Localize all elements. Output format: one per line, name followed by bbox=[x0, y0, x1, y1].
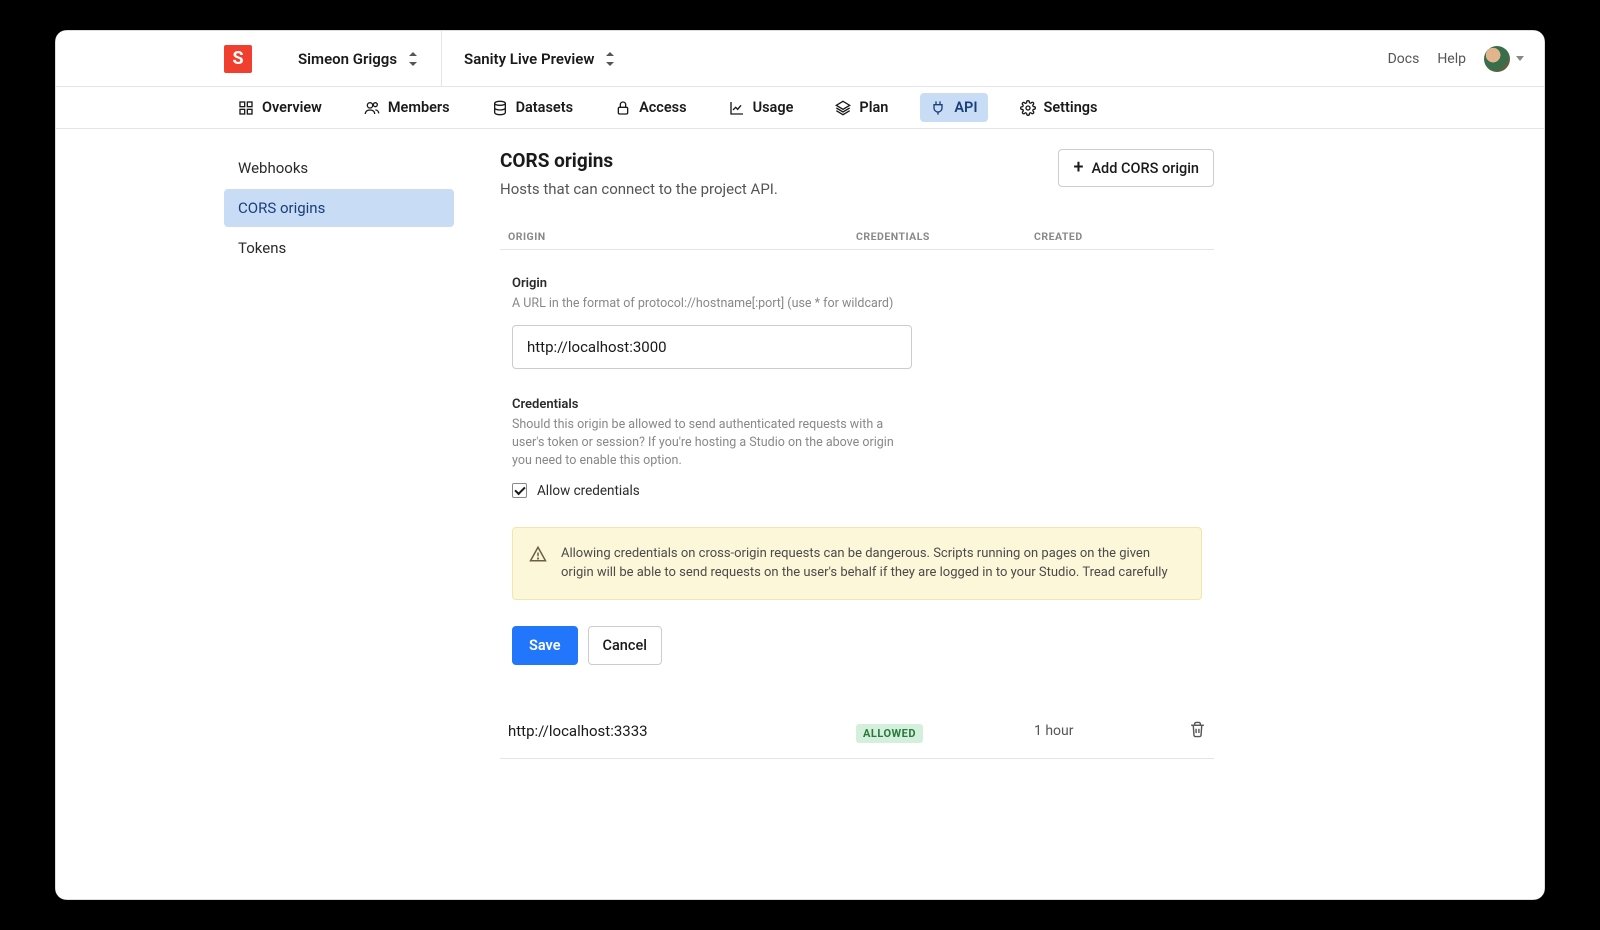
plug-icon bbox=[930, 100, 946, 116]
column-header-origin: ORIGIN bbox=[508, 230, 856, 243]
column-header-created: CREATED bbox=[1034, 230, 1206, 243]
sidebar-item-webhooks[interactable]: Webhooks bbox=[224, 149, 454, 187]
org-switcher[interactable]: Simeon Griggs bbox=[276, 31, 441, 86]
grid-icon bbox=[238, 100, 254, 116]
origin-input[interactable] bbox=[512, 325, 912, 369]
created-value: 1 hour bbox=[1034, 723, 1189, 739]
tab-datasets[interactable]: Datasets bbox=[482, 93, 583, 122]
sanity-logo: S bbox=[224, 45, 252, 73]
delete-origin-button[interactable] bbox=[1189, 721, 1206, 742]
allow-credentials-checkbox[interactable]: Allow credentials bbox=[512, 483, 1202, 499]
chevron-updown-icon bbox=[407, 52, 419, 66]
sidebar-item-tokens[interactable]: Tokens bbox=[224, 229, 454, 267]
lock-icon bbox=[615, 100, 631, 116]
warning-icon bbox=[529, 545, 547, 563]
tab-members[interactable]: Members bbox=[354, 93, 460, 122]
checkbox-icon bbox=[512, 483, 527, 498]
tab-plan[interactable]: Plan bbox=[825, 93, 898, 122]
credentials-badge: ALLOWED bbox=[856, 724, 923, 743]
origin-field-label: Origin bbox=[512, 276, 1202, 291]
column-header-credentials: CREDENTIALS bbox=[856, 230, 1034, 243]
add-cors-origin-button[interactable]: + Add CORS origin bbox=[1058, 149, 1214, 187]
page-description: Hosts that can connect to the project AP… bbox=[500, 180, 778, 198]
avatar[interactable] bbox=[1484, 46, 1510, 72]
save-button[interactable]: Save bbox=[512, 626, 578, 665]
sidebar-item-cors[interactable]: CORS origins bbox=[224, 189, 454, 227]
project-switcher[interactable]: Sanity Live Preview bbox=[441, 31, 638, 86]
cancel-button[interactable]: Cancel bbox=[588, 626, 662, 665]
users-icon bbox=[364, 100, 380, 116]
tab-settings[interactable]: Settings bbox=[1010, 93, 1108, 122]
docs-link[interactable]: Docs bbox=[1388, 51, 1420, 67]
project-name: Sanity Live Preview bbox=[464, 50, 594, 68]
layers-icon bbox=[835, 100, 851, 116]
chevron-updown-icon bbox=[604, 52, 616, 66]
tab-access[interactable]: Access bbox=[605, 93, 697, 122]
help-link[interactable]: Help bbox=[1437, 51, 1466, 67]
trash-icon bbox=[1189, 721, 1206, 738]
page-title: CORS origins bbox=[500, 149, 778, 172]
tab-usage[interactable]: Usage bbox=[719, 93, 804, 122]
database-icon bbox=[492, 100, 508, 116]
origin-value: http://localhost:3333 bbox=[508, 722, 856, 740]
credentials-field-help: Should this origin be allowed to send au… bbox=[512, 416, 912, 470]
credentials-field-label: Credentials bbox=[512, 397, 1202, 412]
gear-icon bbox=[1020, 100, 1036, 116]
plus-icon: + bbox=[1073, 159, 1083, 177]
chart-icon bbox=[729, 100, 745, 116]
chevron-down-icon[interactable] bbox=[1516, 56, 1524, 61]
org-name: Simeon Griggs bbox=[298, 50, 397, 68]
tab-api[interactable]: API bbox=[920, 93, 987, 122]
origin-field-help: A URL in the format of protocol://hostna… bbox=[512, 295, 912, 313]
warning-banner: Allowing credentials on cross-origin req… bbox=[512, 527, 1202, 600]
tab-overview[interactable]: Overview bbox=[228, 93, 332, 122]
cors-origin-row: http://localhost:3333 ALLOWED 1 hour bbox=[500, 705, 1214, 759]
